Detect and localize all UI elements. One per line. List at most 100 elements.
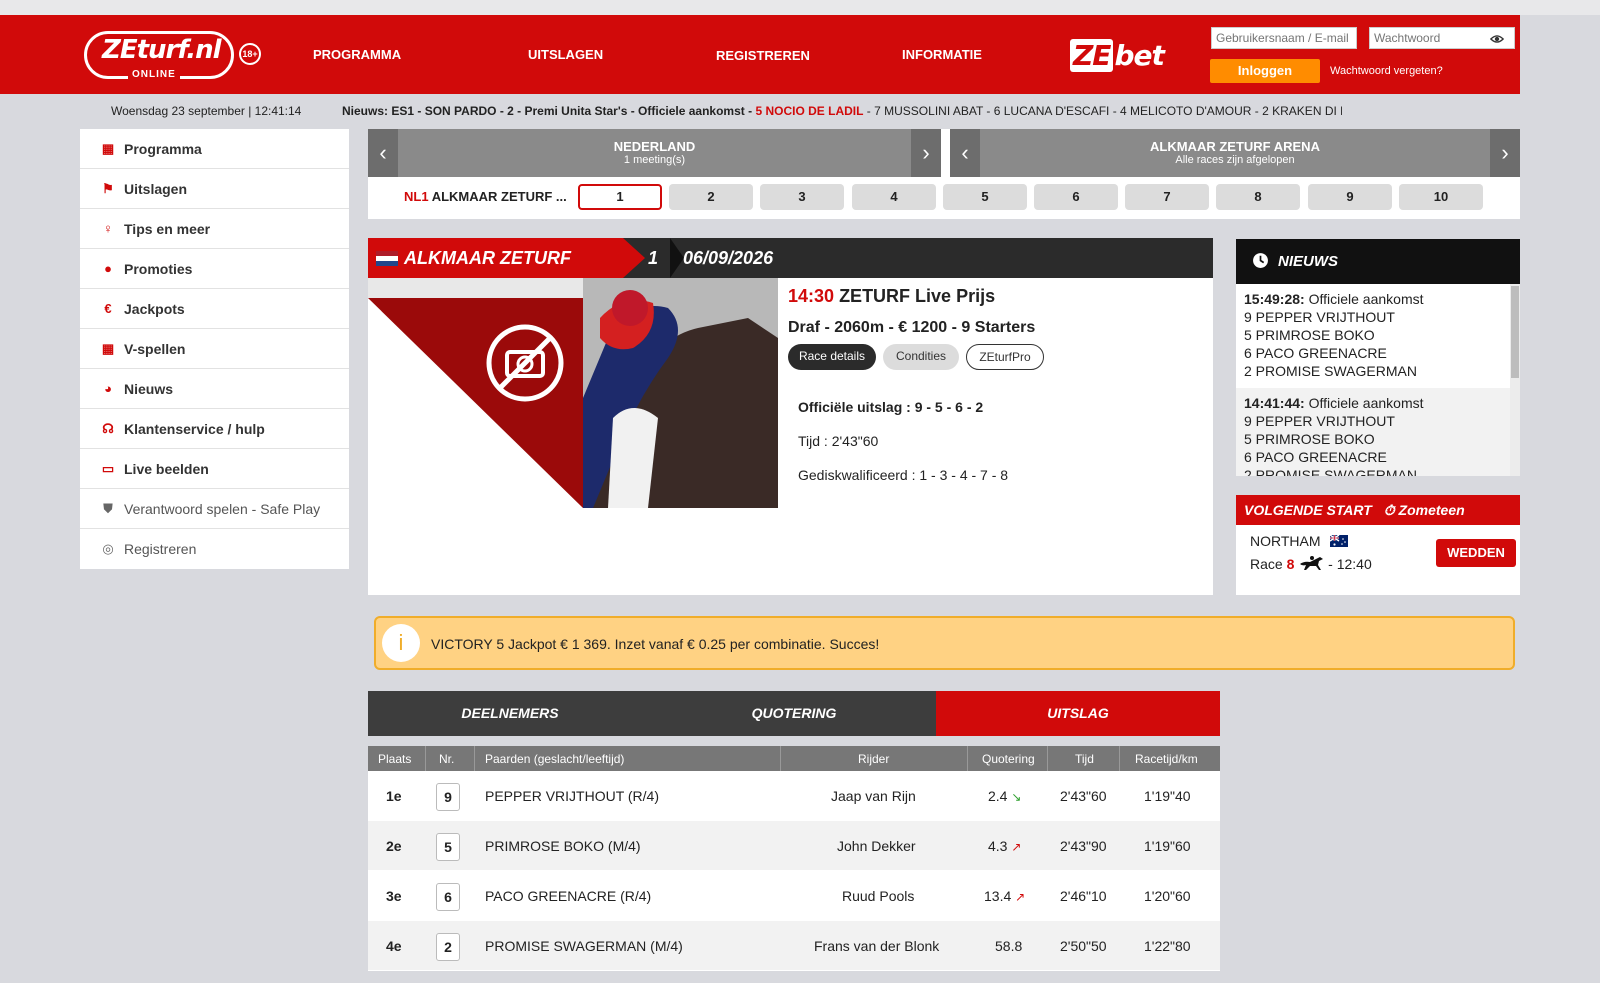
table-row[interactable]: 2e 5 PRIMROSE BOKO (M/4) John Dekker 4.3… xyxy=(368,821,1220,871)
nav-informatie[interactable]: INFORMATIE xyxy=(902,47,982,62)
sidebar-item-v-spellen[interactable]: ▦ V-spellen xyxy=(80,329,349,369)
race-button[interactable]: 4 xyxy=(852,184,936,210)
col-paarden: Paarden (geslacht/leeftijd) xyxy=(485,752,625,766)
column-divider xyxy=(967,746,968,771)
race-button[interactable]: 8 xyxy=(1216,184,1300,210)
race-header: ALKMAAR ZETURF ARENA 1 06/09/2026 xyxy=(368,238,1213,308)
nav-programma[interactable]: PROGRAMMA xyxy=(313,47,401,62)
nav-uitslagen[interactable]: UITSLAGEN xyxy=(528,47,603,62)
table-row[interactable]: 4e 2 PROMISE SWAGERMAN (M/4) Frans van d… xyxy=(368,921,1220,971)
cell-time: 2'46"10 xyxy=(1060,888,1107,904)
sidebar-item-programma[interactable]: ▦ Programma xyxy=(80,129,349,169)
cell-number: 2 xyxy=(436,933,460,961)
sidebar: ▦ Programma ⚑ Uitslagen ♀ Tips en meer ● Pro… xyxy=(80,129,349,569)
australia-flag-icon xyxy=(1330,534,1349,547)
cell-horse: PRIMROSE BOKO (M/4) xyxy=(485,838,641,854)
next-venue: NORTHAM xyxy=(1250,533,1349,549)
trend-up-icon: ↗ xyxy=(1015,890,1026,904)
cell-horse: PROMISE SWAGERMAN (M/4) xyxy=(485,938,683,954)
bet-button[interactable]: WEDDEN xyxy=(1436,539,1516,567)
news-line: 9 PEPPER VRIJTHOUT xyxy=(1244,413,1395,429)
col-quotering: Quotering xyxy=(982,752,1035,766)
cell-odds: 2.4 ↘ xyxy=(988,788,1021,804)
cell-rider: Jaap van Rijn xyxy=(831,788,916,804)
news-header: NIEUWS xyxy=(1236,239,1520,284)
sidebar-item-nieuws[interactable]: ◕ Nieuws xyxy=(80,369,349,409)
cell-time: 2'43"60 xyxy=(1060,788,1107,804)
forgot-password-link[interactable]: Wachtwoord vergeten? xyxy=(1330,65,1443,77)
sidebar-item-promoties[interactable]: ● Promoties xyxy=(80,249,349,289)
cell-place: 3e xyxy=(386,888,402,904)
cell-horse: PEPPER VRIJTHOUT (R/4) xyxy=(485,788,659,804)
scroll-thumb[interactable] xyxy=(1511,286,1519,378)
zebet-logo-a: ZE xyxy=(1070,39,1114,72)
news-ticker[interactable]: Nieuws: ES1 - SON PARDO - 2 - Premi Unit… xyxy=(342,104,1342,118)
sidebar-item-uitslagen[interactable]: ⚑ Uitslagen xyxy=(80,169,349,209)
race-button[interactable]: 1 xyxy=(578,184,662,210)
next-venue-name: NORTHAM xyxy=(1250,533,1321,549)
chevron-right-icon[interactable]: › xyxy=(1490,129,1520,177)
venue-selector[interactable]: ALKMAAR ZETURF ARENA Alle races zijn afg… xyxy=(980,129,1490,177)
jackpot-banner: i VICTORY 5 Jackpot € 1 369. Inzet vanaf… xyxy=(374,616,1515,670)
username-input[interactable] xyxy=(1211,27,1357,49)
condities-button[interactable]: Condities xyxy=(883,344,959,370)
logo[interactable]: ZEturf.nl ONLINE xyxy=(84,31,234,83)
news-item[interactable]: 14:41:44: Officiele aankomst 9 PEPPER VR… xyxy=(1236,388,1520,476)
next-start-panel: VOLGENDE START ⏱ Zometeen NORTHAM Race 8… xyxy=(1236,495,1520,595)
race-button[interactable]: 5 xyxy=(943,184,1027,210)
news-highlight: 5 NOCIO DE LADIL xyxy=(755,104,864,118)
tab-quotering[interactable]: QUOTERING xyxy=(652,691,936,736)
race-info: Draf - 2060m - € 1200 - 9 Starters xyxy=(788,319,1036,336)
race-button[interactable]: 10 xyxy=(1399,184,1483,210)
news-line: 9 PEPPER VRIJTHOUT xyxy=(1244,309,1395,325)
sidebar-item-klantenservice[interactable]: ☊ Klantenservice / hulp xyxy=(80,409,349,449)
race-button[interactable]: 7 xyxy=(1125,184,1209,210)
news-label: Nieuws: xyxy=(342,104,389,118)
race-button[interactable]: 3 xyxy=(760,184,844,210)
bulb-icon: ♀ xyxy=(103,220,113,236)
race-date: 06/09/2026 xyxy=(683,248,774,268)
meeting-code-name: ALKMAAR ZETURF ... xyxy=(431,189,567,204)
race-button[interactable]: 2 xyxy=(669,184,753,210)
chevron-left-icon[interactable]: ‹ xyxy=(368,129,398,177)
news-line: 5 PRIMROSE BOKO xyxy=(1244,327,1375,343)
race-button[interactable]: 6 xyxy=(1034,184,1118,210)
nav-registreren[interactable]: REGISTREREN xyxy=(716,48,810,63)
sidebar-item-live-beelden[interactable]: ▭ Live beelden xyxy=(80,449,349,489)
race-details-button[interactable]: Race details xyxy=(788,344,876,370)
zebet-logo-b: bet xyxy=(1114,39,1164,72)
sidebar-item-safe-play[interactable]: ⛊ Verantwoord spelen - Safe Play xyxy=(80,489,349,529)
zebet-logo[interactable]: ZE bet xyxy=(1070,39,1165,72)
info-icon: i xyxy=(382,624,420,662)
zeturfpro-button[interactable]: ZEturfPro xyxy=(966,344,1044,370)
news-scrollbar[interactable] xyxy=(1510,284,1520,476)
headset-icon: ☊ xyxy=(102,420,114,436)
odds-value: 2.4 xyxy=(988,788,1008,804)
cell-place: 1e xyxy=(386,788,402,804)
table-row[interactable]: 1e 9 PEPPER VRIJTHOUT (R/4) Jaap van Rij… xyxy=(368,771,1220,821)
sidebar-item-jackpots[interactable]: € Jackpots xyxy=(80,289,349,329)
country-selector[interactable]: NEDERLAND 1 meeting(s) xyxy=(398,129,911,177)
news-list[interactable]: 15:49:28: Officiele aankomst 9 PEPPER VR… xyxy=(1236,284,1520,476)
table-row[interactable]: 3e 6 PACO GREENACRE (R/4) Ruud Pools 13.… xyxy=(368,871,1220,921)
news-rest: - 7 MUSSOLINI ABAT - 6 LUCANA D'ESCAFI -… xyxy=(866,104,1342,118)
news-panel: NIEUWS 15:49:28: Officiele aankomst 9 PE… xyxy=(1236,239,1520,476)
eye-icon[interactable] xyxy=(1490,32,1504,46)
tab-deelnemers[interactable]: DEELNEMERS xyxy=(368,691,652,736)
sidebar-item-label: Nieuws xyxy=(124,380,174,397)
column-divider xyxy=(474,746,475,771)
tab-uitslag[interactable]: UITSLAG xyxy=(936,691,1220,736)
race-number: 1 xyxy=(648,248,659,268)
age-badge: 18+ xyxy=(239,43,261,65)
chevron-left-icon[interactable]: ‹ xyxy=(950,129,980,177)
datetime: Woensdag 23 september | 12:41:14 xyxy=(111,104,302,118)
news-item[interactable]: 15:49:28: Officiele aankomst 9 PEPPER VR… xyxy=(1236,284,1520,388)
race-button[interactable]: 9 xyxy=(1308,184,1392,210)
next-race: Race 8 - 12:40 xyxy=(1250,555,1372,572)
chevron-right-icon[interactable]: › xyxy=(911,129,941,177)
news-time: 14:41:44: xyxy=(1244,395,1305,411)
race-panel: ALKMAAR ZETURF ARENA 1 06/09/2026 14:30 … xyxy=(368,238,1213,595)
sidebar-item-registreren[interactable]: ◎ Registreren xyxy=(80,529,349,569)
sidebar-item-tips[interactable]: ♀ Tips en meer xyxy=(80,209,349,249)
login-button[interactable]: Inloggen xyxy=(1210,59,1320,83)
